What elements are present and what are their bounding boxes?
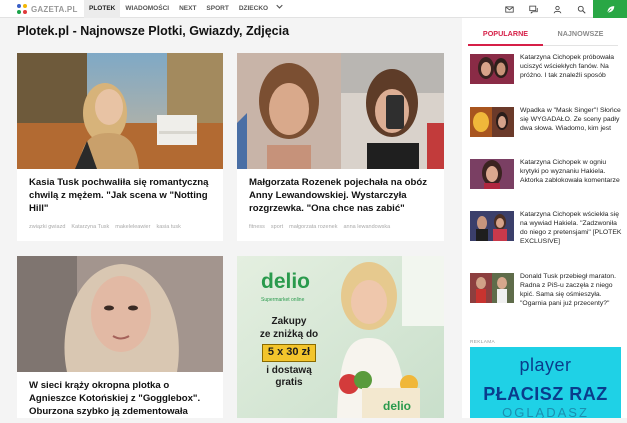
ad-subline: OGLĄDASZ <box>502 405 589 418</box>
sidebar: POPULARNE NAJNOWSZE Katarzyna Cichopek p… <box>462 18 627 418</box>
gazeta-logo[interactable]: GAZETA.PL <box>17 3 78 15</box>
ad-copy: Zakupy ze zniżką do 5 x 30 zł i dostawą … <box>245 316 333 390</box>
article-tags: fitness sport małgorzata rozenek anna le… <box>249 224 436 230</box>
sidebar-article-title[interactable]: Katarzyna Cichopek wściekła się na wywia… <box>520 211 624 247</box>
sidebar-article[interactable]: Wpadka w "Mask Singer"! Słońce się WYGAD… <box>470 107 622 141</box>
sidebar-thumbnail[interactable] <box>470 159 514 189</box>
article-image[interactable] <box>17 53 223 169</box>
ad-brand-subtitle: Supermarket online <box>261 297 305 303</box>
article-image[interactable] <box>17 256 223 372</box>
article-title[interactable]: W sieci krąży okropna plotka o Agnieszce… <box>29 380 213 418</box>
tag[interactable]: makeleleawier <box>115 224 150 230</box>
sidebar-article-title[interactable]: Wpadka w "Mask Singer"! Słońce się WYGAD… <box>520 107 624 134</box>
tag[interactable]: małgorzata rozenek <box>289 224 337 230</box>
ad-line: gratis <box>275 377 303 389</box>
nav-item-dziecko[interactable]: DZIECKO <box>234 0 273 18</box>
sidebar-article-title[interactable]: Katarzyna Cichopek próbowała uciszyć wśc… <box>520 54 624 81</box>
ad-bag-logo: delio <box>383 399 412 413</box>
top-navigation: GAZETA.PL PLOTEK WIADOMOŚCI NEXT SPORT D… <box>0 0 627 18</box>
tag[interactable]: kasia tusk <box>156 224 180 230</box>
sidebar-article[interactable]: Donald Tusk przebiegł maraton. Radna z P… <box>470 273 622 307</box>
article-title[interactable]: Małgorzata Rozenek pojechała na obóz Ann… <box>249 177 434 215</box>
player-ad-banner[interactable]: player PŁACISZ RAZ OGLĄDASZ <box>470 347 621 418</box>
sidebar-thumbnail[interactable] <box>470 54 514 84</box>
tag[interactable]: sport <box>271 224 283 230</box>
ad-label: REKLAMA <box>470 340 496 345</box>
section-nav: PLOTEK WIADOMOŚCI NEXT SPORT DZIECKO <box>84 0 286 18</box>
user-icon[interactable] <box>545 0 569 18</box>
ad-headline: PŁACISZ RAZ <box>483 384 608 404</box>
ad-brand: player <box>519 355 572 375</box>
logo-text: GAZETA.PL <box>31 4 78 14</box>
sponsored-card[interactable]: delio Supermarket online Zakupy ze zniżk… <box>237 256 444 418</box>
article-image[interactable] <box>237 53 444 169</box>
sidebar-article[interactable]: Katarzyna Cichopek wściekła się na wywia… <box>470 211 622 245</box>
tag[interactable]: Katarzyna Tusk <box>71 224 109 230</box>
sidebar-article[interactable]: Katarzyna Cichopek w ogniu krytyki po wy… <box>470 159 622 193</box>
chevron-down-icon[interactable] <box>273 0 286 18</box>
sidebar-article-title[interactable]: Donald Tusk przebiegł maraton. Radna z P… <box>520 273 624 309</box>
sidebar-article[interactable]: Katarzyna Cichopek próbowała uciszyć wśc… <box>470 54 622 88</box>
ad-price: 5 x 30 zł <box>261 344 317 362</box>
header-actions <box>497 0 627 18</box>
nav-item-wiadomosci[interactable]: WIADOMOŚCI <box>120 0 174 18</box>
sidebar-thumbnail[interactable] <box>470 211 514 241</box>
nav-item-plotek[interactable]: PLOTEK <box>84 0 121 18</box>
ad-line: ze zniżką do <box>259 328 319 340</box>
article-card[interactable]: Małgorzata Rozenek pojechała na obóz Ann… <box>237 53 444 241</box>
tab-popularne[interactable]: POPULARNE <box>468 24 543 46</box>
ad-line: Zakupy <box>271 316 307 327</box>
search-icon[interactable] <box>569 0 593 18</box>
article-title[interactable]: Kasia Tusk pochwaliła się romantyczną ch… <box>29 177 213 215</box>
article-card[interactable]: Kasia Tusk pochwaliła się romantyczną ch… <box>17 53 223 241</box>
nav-item-sport[interactable]: SPORT <box>201 0 233 18</box>
nav-item-next[interactable]: NEXT <box>174 0 201 18</box>
sidebar-article-title[interactable]: Katarzyna Cichopek w ogniu krytyki po wy… <box>520 159 624 186</box>
sidebar-tabs: POPULARNE NAJNOWSZE <box>468 24 618 46</box>
sidebar-thumbnail[interactable] <box>470 273 514 303</box>
tag[interactable]: fitness <box>249 224 265 230</box>
sidebar-thumbnail[interactable] <box>470 107 514 137</box>
tab-najnowsze[interactable]: NAJNOWSZE <box>543 24 618 46</box>
article-card[interactable]: W sieci krąży okropna plotka o Agnieszce… <box>17 256 223 418</box>
chat-icon[interactable] <box>521 0 545 18</box>
article-tags: związki gwiazd Katarzyna Tusk makeleleaw… <box>29 224 215 230</box>
logo-icon <box>17 3 28 15</box>
ad-brand: delio <box>261 270 311 293</box>
leaf-icon[interactable] <box>593 0 627 18</box>
tag[interactable]: anna lewandowska <box>343 224 390 230</box>
ad-line: i dostawą <box>266 364 312 376</box>
mail-icon[interactable] <box>497 0 521 18</box>
page-title: Plotek.pl - Najnowsze Plotki, Gwiazdy, Z… <box>17 24 290 38</box>
tag[interactable]: związki gwiazd <box>29 224 65 230</box>
